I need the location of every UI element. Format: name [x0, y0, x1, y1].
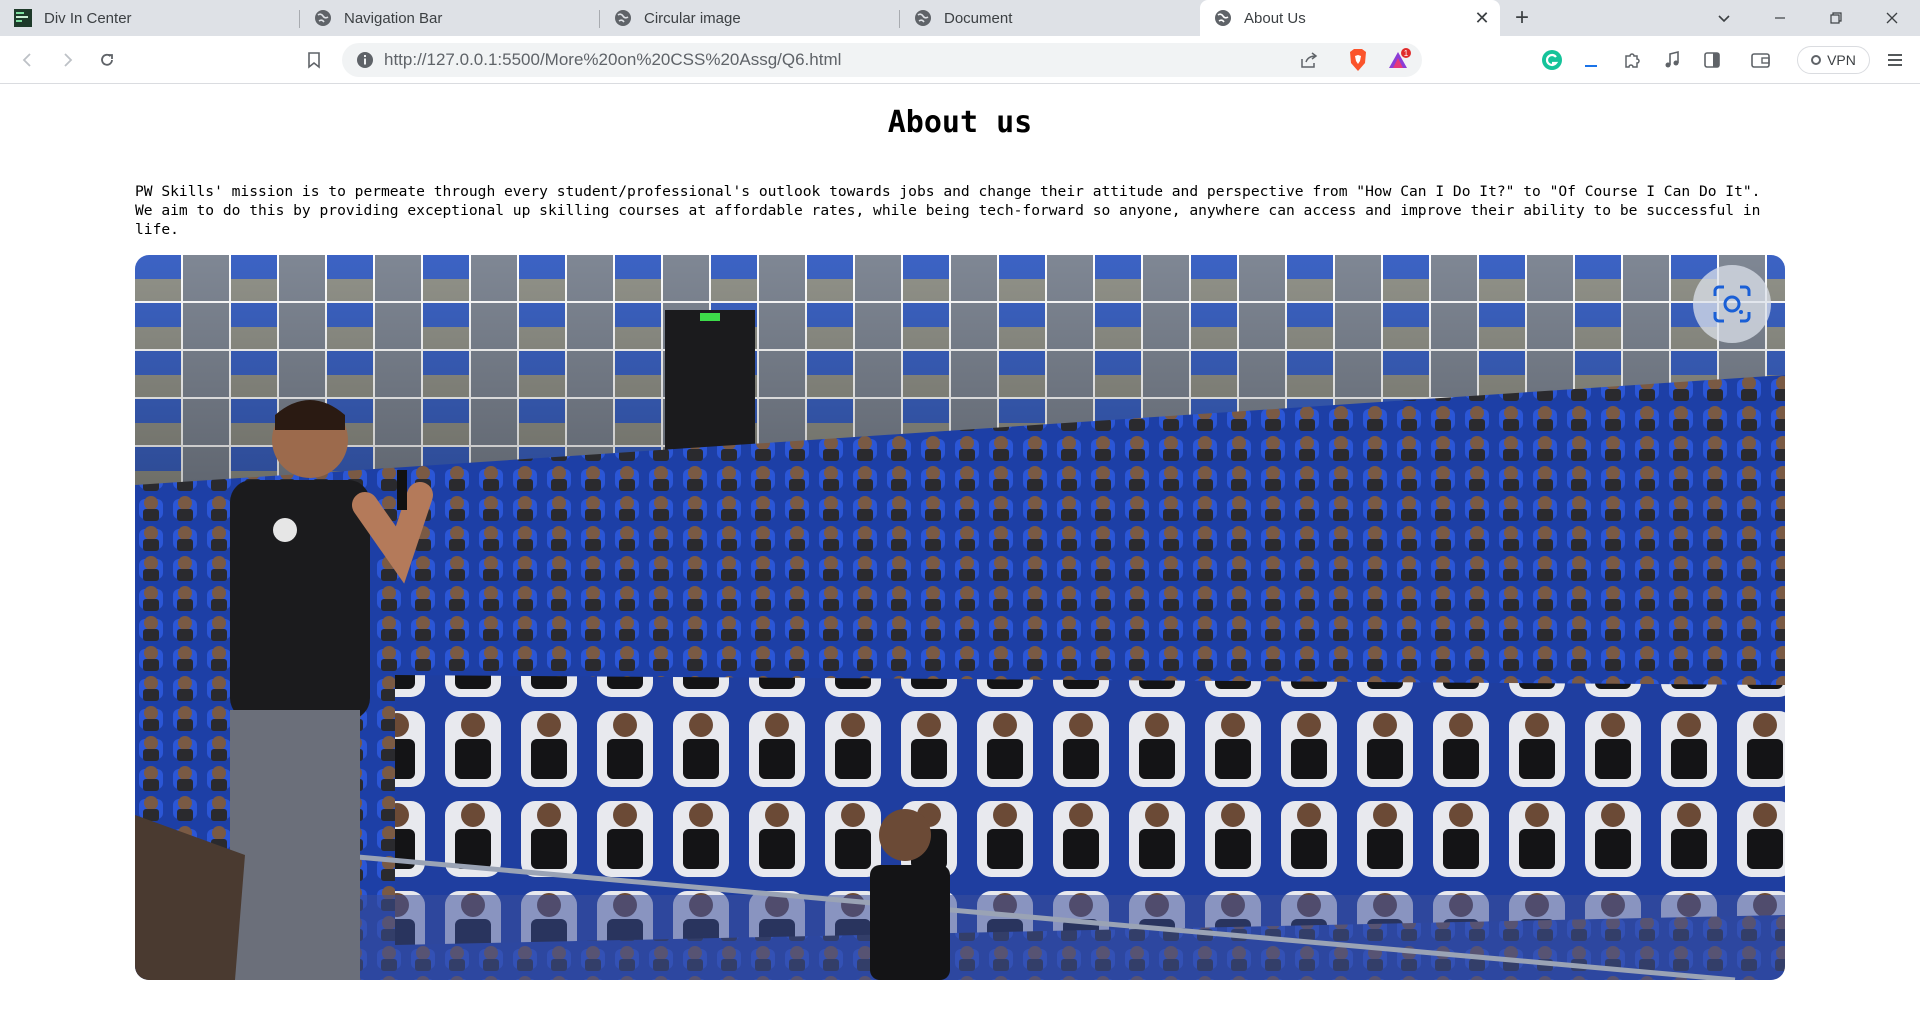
vpn-label: VPN [1827, 52, 1856, 68]
close-window-button[interactable] [1864, 0, 1920, 36]
restore-button[interactable] [1808, 0, 1864, 36]
extension-bar-icon[interactable] [1578, 46, 1606, 74]
globe-icon [314, 9, 332, 27]
tab-circular-image[interactable]: Circular image [600, 0, 900, 36]
globe-icon [614, 9, 632, 27]
tab-about-us[interactable]: About Us ✕ [1200, 0, 1500, 36]
tab-title: Div In Center [44, 9, 132, 27]
audience-photo-drawing [135, 255, 1785, 980]
new-tab-button[interactable]: + [1500, 0, 1544, 36]
minimize-button[interactable] [1752, 0, 1808, 36]
back-button[interactable] [14, 46, 42, 74]
wallet-icon[interactable] [1747, 46, 1775, 74]
address-bar[interactable]: http://127.0.0.1:5500/More%20on%20CSS%20… [342, 43, 1422, 77]
extensions-puzzle-icon[interactable] [1618, 46, 1646, 74]
url-text: http://127.0.0.1:5500/More%20on%20CSS%20… [384, 50, 842, 69]
media-music-icon[interactable] [1658, 46, 1686, 74]
bookmark-icon[interactable] [300, 46, 328, 74]
tab-title: About Us [1244, 9, 1306, 27]
sidebar-toggle-icon[interactable] [1698, 46, 1726, 74]
vpn-status-icon [1811, 55, 1822, 65]
site-info-icon[interactable] [356, 51, 374, 69]
tab-title: Circular image [644, 9, 741, 27]
tab-navigation-bar[interactable]: Navigation Bar [300, 0, 600, 36]
reload-button[interactable] [93, 46, 121, 74]
tab-search-chevron-icon[interactable] [1696, 0, 1752, 36]
tab-strip: Div In Center Navigation Bar Circular im… [0, 0, 1920, 36]
visual-search-icon[interactable] [1693, 265, 1771, 343]
share-icon[interactable] [1292, 43, 1326, 77]
globe-icon [1214, 9, 1232, 27]
svg-text:1: 1 [1404, 49, 1409, 58]
tab-title: Navigation Bar [344, 9, 443, 27]
tab-document[interactable]: Document [900, 0, 1200, 36]
tab-title: Document [944, 9, 1013, 27]
page-heading: About us [887, 105, 1033, 140]
grammarly-icon[interactable] [1538, 46, 1566, 74]
forward-button[interactable] [53, 46, 81, 74]
close-tab-icon[interactable]: ✕ [1470, 6, 1494, 30]
vpn-button[interactable]: VPN [1797, 46, 1870, 74]
brave-rewards-icon[interactable]: 1 [1386, 46, 1414, 74]
mission-paragraph: PW Skills' mission is to permeate throug… [135, 183, 1761, 238]
brave-shields-icon[interactable] [1344, 46, 1372, 74]
code-editor-icon [14, 9, 32, 27]
tab-div-in-center[interactable]: Div In Center [0, 0, 300, 36]
globe-icon [914, 9, 932, 27]
menu-hamburger-icon[interactable] [1881, 46, 1909, 74]
audience-photo [135, 255, 1785, 980]
web-page: About us PW Skills' mission is to permea… [0, 85, 1920, 1020]
browser-toolbar: http://127.0.0.1:5500/More%20on%20CSS%20… [0, 36, 1920, 84]
